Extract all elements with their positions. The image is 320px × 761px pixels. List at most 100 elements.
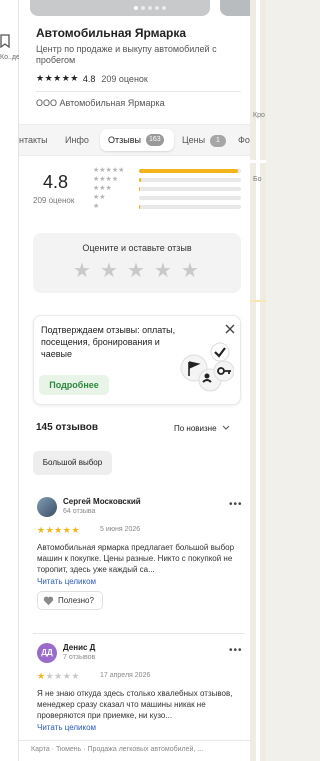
distribution-row: ★★★★★ <box>93 167 243 176</box>
star-icon: ★ <box>45 671 55 681</box>
photo[interactable] <box>30 0 210 16</box>
distribution-stars: ★★ <box>93 194 106 201</box>
star-icon: ★ <box>71 525 80 535</box>
read-more-link[interactable]: Читать целиком <box>37 723 96 732</box>
prices-count-badge: 1 <box>210 135 226 147</box>
review-stars: ★★★★★ <box>37 671 80 682</box>
photo-carousel[interactable] <box>30 0 250 16</box>
review-date: 17 апреля 2026 <box>100 672 151 679</box>
more-options-icon[interactable]: ••• <box>229 645 243 656</box>
close-icon[interactable] <box>225 324 235 334</box>
left-toolbar: Ко..де <box>0 0 20 761</box>
place-panel: Автомобильная Ярмарка Центр по продаже и… <box>19 0 250 761</box>
distribution-bar <box>139 196 241 200</box>
carousel-dot[interactable] <box>141 6 145 10</box>
tab-prices[interactable]: Цены <box>182 135 205 145</box>
rating-distribution: ★★★★★ ★★★★ ★★★ ★★ ★ <box>93 167 243 212</box>
read-more-link[interactable]: Читать целиком <box>37 577 96 586</box>
divider <box>33 633 245 634</box>
distribution-stars: ★★★★★ <box>93 167 125 174</box>
rate-stars: ★ ★ ★ ★ ★ <box>73 261 201 281</box>
reviewer-review-count: 7 отзывов <box>63 654 96 661</box>
verified-badges-illustration <box>180 342 234 392</box>
map-label: Бо <box>253 176 262 183</box>
distribution-bar <box>139 169 241 173</box>
distribution-bar-fill <box>139 187 141 191</box>
star-icon: ★ <box>54 671 63 681</box>
distribution-row: ★★★ <box>93 185 243 194</box>
breadcrumb: Карта · Тюмень · Продажа легковых автомо… <box>19 740 250 761</box>
review-tag-chip[interactable]: Большой выбор <box>33 451 112 475</box>
distribution-row: ★★★★ <box>93 176 243 185</box>
avatar[interactable] <box>37 497 57 517</box>
rate-star-icon[interactable]: ★ <box>73 261 93 281</box>
breadcrumb-text[interactable]: Карта · Тюмень · Продажа легковых автомо… <box>31 746 203 753</box>
review-date: 5 июня 2026 <box>100 526 141 533</box>
carousel-dot[interactable] <box>155 6 159 10</box>
map-label: Кро <box>253 112 265 119</box>
reviewer-review-count: 64 отзыва <box>63 508 96 515</box>
reviews-count-badge: 163 <box>146 134 164 146</box>
helpful-label: Полезно? <box>58 596 94 605</box>
rate-star-icon[interactable]: ★ <box>100 261 120 281</box>
more-options-icon[interactable]: ••• <box>229 499 243 510</box>
distribution-bar <box>139 178 241 182</box>
place-subtitle: Центр по продаже и выкупу автомобилей с … <box>36 44 217 65</box>
distribution-bar <box>139 187 241 191</box>
place-title: Автомобильная Ярмарка <box>36 26 187 40</box>
tab-reviews[interactable]: Отзывы 163 <box>100 129 174 151</box>
rate-and-review-box: Оцените и оставьте отзыв ★ ★ ★ ★ ★ <box>33 233 241 293</box>
carousel-dots <box>134 6 166 10</box>
star-icon: ★ <box>37 525 46 535</box>
star-icon: ★ <box>45 525 55 535</box>
sort-dropdown[interactable]: По новизне <box>174 424 230 433</box>
tabs-bar: нтакты Инфо Отзывы 163 Цены 1 Фо <box>19 124 250 156</box>
rating-stars: ★★★★★ <box>36 73 79 83</box>
rating-count: 209 оценок <box>101 73 148 84</box>
heart-icon <box>43 596 54 606</box>
distribution-stars: ★ <box>93 203 100 210</box>
tab-reviews-label: Отзывы <box>108 135 141 145</box>
carousel-dot[interactable] <box>148 6 152 10</box>
rate-star-icon[interactable]: ★ <box>181 261 201 281</box>
star-icon: ★ <box>37 671 46 681</box>
tab-prices-label: Цены <box>182 135 206 145</box>
tab-contacts[interactable]: нтакты <box>19 135 48 145</box>
distribution-bar-fill <box>139 178 142 182</box>
star-icon: ★ <box>54 525 63 535</box>
rate-star-icon[interactable]: ★ <box>154 261 174 281</box>
reviewer-name[interactable]: Денис Д <box>63 643 95 652</box>
carousel-dot[interactable] <box>162 6 166 10</box>
distribution-row: ★ <box>93 203 243 212</box>
average-rating: 4.8 <box>43 172 69 192</box>
avatar[interactable]: ДД <box>37 643 57 663</box>
carousel-dot[interactable] <box>134 6 138 10</box>
helpful-button[interactable]: Полезно? <box>37 591 103 610</box>
distribution-stars: ★★★ <box>93 185 112 192</box>
organization-name[interactable]: ООО Автомобильная Ярмарка <box>36 98 165 108</box>
rate-box-title: Оцените и оставьте отзыв <box>82 243 192 253</box>
tab-info[interactable]: Инфо <box>65 135 89 145</box>
chevron-down-icon <box>222 425 230 430</box>
left-toolbar-label: Ко..де <box>0 54 20 61</box>
map-area[interactable]: Кро Бо <box>250 0 266 761</box>
rate-star-icon[interactable]: ★ <box>127 261 147 281</box>
reviews-total: 145 отзывов <box>36 422 99 433</box>
promo-more-button[interactable]: Подробнее <box>39 375 109 395</box>
review-stars: ★★★★★ <box>37 525 80 536</box>
rating-value: 4.8 <box>82 73 96 84</box>
bookmark-icon[interactable] <box>0 34 10 48</box>
review-text: Автомобильная ярмарка предлагает большой… <box>37 543 235 574</box>
distribution-bar <box>139 205 241 209</box>
divider <box>36 91 241 92</box>
reviewer-name[interactable]: Сергей Московский <box>63 497 141 506</box>
tab-photos[interactable]: Фо <box>238 135 250 145</box>
photo[interactable] <box>220 0 250 16</box>
promo-text: Подтверждаем отзывы: оплаты, посещения, … <box>41 325 176 359</box>
distribution-bar-fill <box>139 205 141 209</box>
distribution-row: ★★ <box>93 194 243 203</box>
star-icon: ★ <box>71 671 80 681</box>
sort-label: По новизне <box>174 424 217 433</box>
rating-summary-row[interactable]: ★★★★★ 4.8 209 оценок <box>36 73 148 84</box>
review-text: Я не знаю откуда здесь столько хвалебных… <box>37 689 233 720</box>
